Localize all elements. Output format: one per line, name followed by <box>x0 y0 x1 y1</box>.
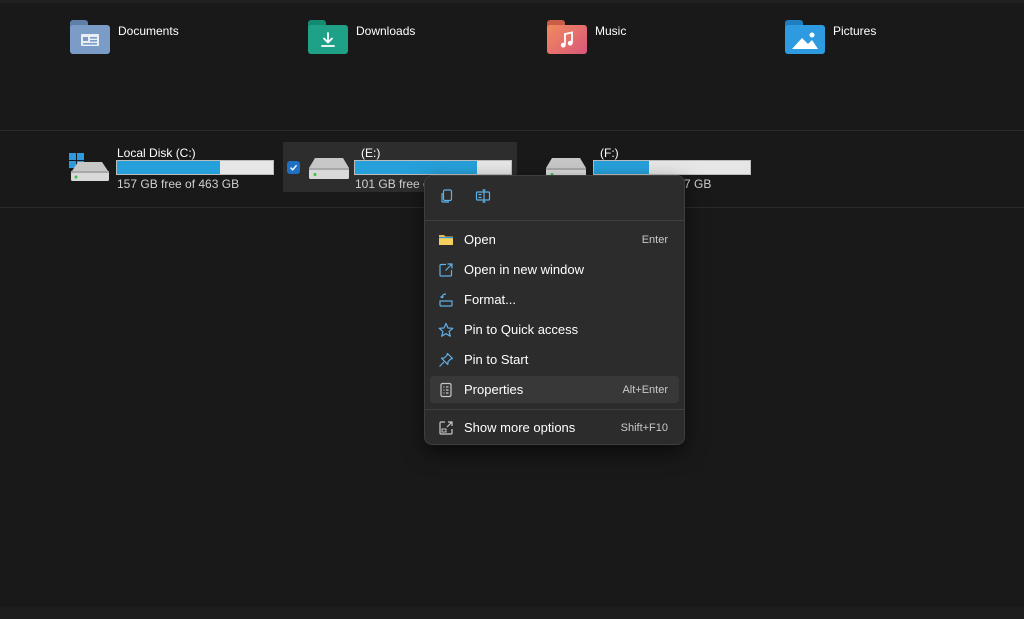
properties-icon <box>437 381 455 399</box>
selection-checkbox[interactable] <box>287 161 300 174</box>
pin-icon <box>437 351 455 369</box>
copy-button[interactable] <box>435 186 459 210</box>
documents-folder-icon <box>70 20 110 56</box>
music-folder-icon <box>547 20 587 56</box>
menu-item-format[interactable]: Format... <box>430 286 679 313</box>
drive-label: (E:) <box>361 146 381 160</box>
menu-item-label: Pin to Quick access <box>464 322 579 337</box>
drive-label: (F:) <box>600 146 619 160</box>
menu-item-shortcut: Enter <box>641 233 668 246</box>
folder-label: Downloads <box>356 24 416 38</box>
storage-usage-fill <box>117 161 220 174</box>
drive-label: Local Disk (C:) <box>117 146 196 160</box>
menu-item-label: Format... <box>464 292 517 307</box>
checkmark-icon <box>290 164 298 171</box>
folder-pictures[interactable]: Pictures <box>785 16 985 60</box>
hard-drive-icon <box>308 152 350 182</box>
menu-item-label: Show more options <box>464 420 576 435</box>
storage-usage-bar <box>116 160 274 175</box>
storage-usage-bar <box>593 160 751 175</box>
windows-drive-icon <box>68 152 110 182</box>
menu-item-label: Pin to Start <box>464 352 529 367</box>
open-external-icon <box>437 261 455 279</box>
menu-item-pin-start[interactable]: Pin to Start <box>430 346 679 373</box>
folder-music[interactable]: Music <box>547 16 747 60</box>
drive-free-space: 157 GB free of 463 GB <box>117 177 240 191</box>
pictures-folder-icon <box>785 20 825 56</box>
folder-open-icon <box>437 231 455 249</box>
folder-documents[interactable]: Documents <box>70 16 270 60</box>
drive-free-space: 101 GB free of <box>355 177 434 191</box>
drive-c[interactable]: Local Disk (C:) 157 GB free of 463 GB <box>64 142 278 192</box>
file-explorer-this-pc: Documents Downloads Music Pictures Local… <box>0 0 1024 619</box>
menu-item-properties[interactable]: Properties Alt+Enter <box>430 376 679 403</box>
downloads-folder-icon <box>308 20 348 56</box>
menu-item-label: Open <box>464 232 496 247</box>
star-icon <box>437 321 455 339</box>
storage-usage-bar <box>354 160 512 175</box>
context-menu: Open Enter Open in new window Format... <box>424 175 685 445</box>
storage-usage-fill <box>594 161 649 174</box>
section-divider <box>0 130 1024 131</box>
menu-item-label: Properties <box>464 382 524 397</box>
rename-icon <box>475 188 491 209</box>
context-menu-quick-actions <box>425 176 684 220</box>
top-edge <box>0 0 1024 3</box>
rename-button[interactable] <box>471 186 495 210</box>
drive-free-space: 7 GB <box>684 177 712 191</box>
menu-item-show-more-options[interactable]: Show more options Shift+F10 <box>430 414 679 441</box>
format-drive-icon <box>437 291 455 309</box>
storage-usage-fill <box>355 161 477 174</box>
copy-icon <box>439 188 455 209</box>
bottom-edge <box>0 607 1024 619</box>
menu-item-label: Open in new window <box>464 262 584 277</box>
folder-label: Pictures <box>833 24 877 38</box>
menu-item-open[interactable]: Open Enter <box>430 226 679 253</box>
menu-item-pin-quick-access[interactable]: Pin to Quick access <box>430 316 679 343</box>
menu-separator <box>425 220 684 221</box>
folder-label: Documents <box>118 24 179 38</box>
folder-downloads[interactable]: Downloads <box>308 16 508 60</box>
menu-item-shortcut: Shift+F10 <box>620 421 668 434</box>
show-more-icon <box>437 419 455 437</box>
folder-label: Music <box>595 24 627 38</box>
menu-item-shortcut: Alt+Enter <box>622 383 668 396</box>
menu-item-open-new-window[interactable]: Open in new window <box>430 256 679 283</box>
menu-separator <box>425 409 684 410</box>
